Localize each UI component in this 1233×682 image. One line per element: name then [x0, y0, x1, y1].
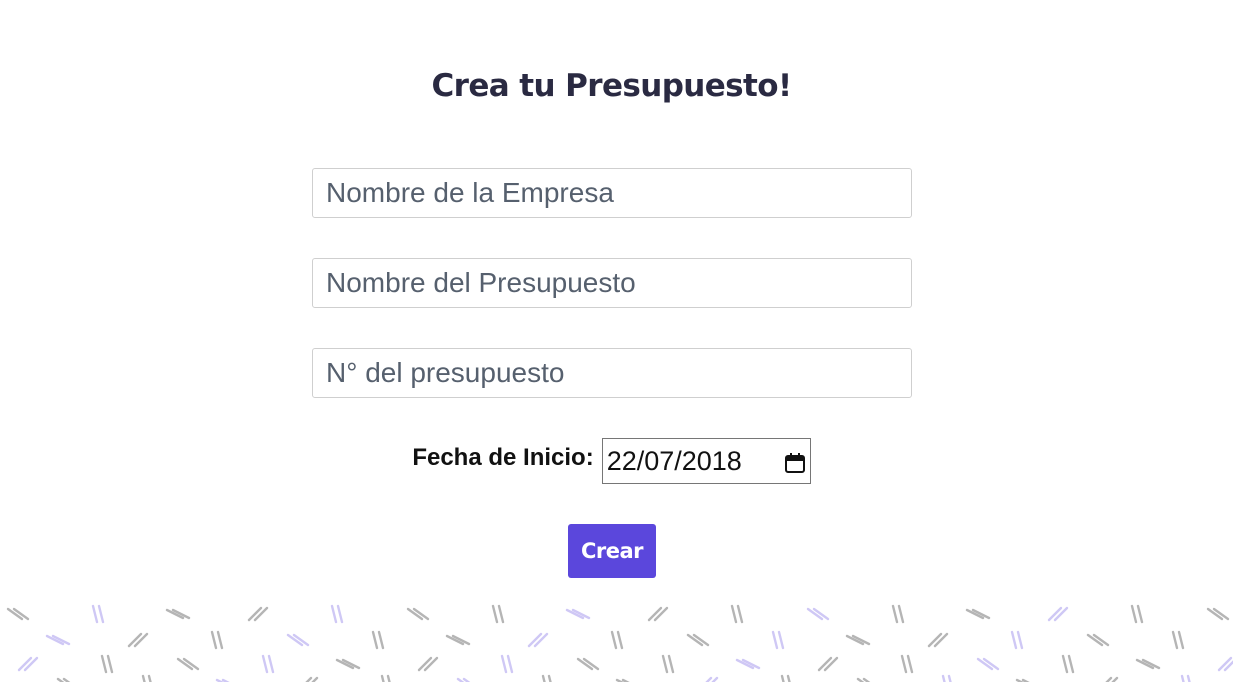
- pattern-dash: [1053, 606, 1069, 622]
- pattern-dash: [97, 604, 105, 624]
- pattern-dash: [817, 656, 833, 672]
- pattern-dash: [147, 674, 152, 682]
- pattern-dash: [497, 604, 505, 624]
- decorative-dash-pattern: [6, 604, 1233, 682]
- page-title: Crea tu Presupuesto!: [431, 68, 792, 104]
- pattern-dash: [100, 654, 108, 674]
- pattern-dash: [906, 654, 914, 674]
- pattern-dash: [941, 674, 946, 682]
- pattern-dash: [380, 674, 385, 682]
- pattern-dash: [736, 604, 744, 624]
- pattern-dash: [897, 604, 905, 624]
- pattern-dash: [927, 632, 943, 648]
- budget-number-input[interactable]: [312, 348, 912, 398]
- pattern-dash: [661, 654, 669, 674]
- pattern-dash: [900, 654, 908, 674]
- pattern-dash: [1061, 654, 1069, 674]
- pattern-dash: [91, 604, 99, 624]
- start-date-row: Fecha de Inicio: 22/07/2018: [0, 438, 1223, 484]
- pattern-dash: [786, 674, 791, 682]
- pattern-dash: [653, 606, 669, 622]
- pattern-dash: [947, 674, 952, 682]
- start-date-label: Fecha de Inicio:: [412, 444, 594, 471]
- pattern-dash: [106, 654, 114, 674]
- pattern-dash: [1105, 676, 1113, 682]
- pattern-dash: [527, 632, 543, 648]
- pattern-dash: [330, 604, 338, 624]
- pattern-dash: [1010, 630, 1018, 650]
- pattern-dash: [23, 656, 39, 672]
- pattern-dash: [730, 604, 738, 624]
- pattern-dash: [610, 630, 618, 650]
- pattern-dash: [127, 632, 143, 648]
- pattern-dash: [1047, 606, 1063, 622]
- company-name-input[interactable]: [312, 168, 912, 218]
- pattern-dash: [647, 606, 663, 622]
- pattern-dash: [377, 630, 385, 650]
- pattern-dash: [547, 674, 552, 682]
- pattern-dash: [261, 654, 269, 674]
- pattern-dash: [1130, 604, 1138, 624]
- pattern-dash: [1016, 630, 1024, 650]
- pattern-dash: [506, 654, 514, 674]
- pattern-dash: [267, 654, 275, 674]
- pattern-dash: [1186, 674, 1191, 682]
- start-date-input[interactable]: 22/07/2018: [601, 438, 811, 484]
- pattern-dash: [777, 630, 785, 650]
- pattern-dash: [216, 630, 224, 650]
- pattern-dash: [780, 674, 785, 682]
- pattern-dash: [1217, 656, 1233, 672]
- pattern-dash: [616, 630, 624, 650]
- page: Crea tu Presupuesto! Fecha de Inicio: 22…: [0, 0, 1233, 682]
- pattern-dash: [423, 656, 439, 672]
- pattern-dash: [1180, 674, 1185, 682]
- create-button[interactable]: Crear: [568, 524, 656, 578]
- pattern-dash: [1171, 630, 1179, 650]
- pattern-dash: [133, 632, 149, 648]
- pattern-dash: [305, 676, 313, 682]
- pattern-dash: [253, 606, 269, 622]
- pattern-dash: [771, 630, 779, 650]
- calendar-icon[interactable]: [784, 450, 806, 473]
- start-date-value: 22/07/2018: [606, 445, 742, 476]
- pattern-dash: [210, 630, 218, 650]
- pattern-dash: [371, 630, 379, 650]
- pattern-dash: [491, 604, 499, 624]
- pattern-dash: [891, 604, 899, 624]
- pattern-dash: [500, 654, 508, 674]
- pattern-dash: [541, 674, 546, 682]
- pattern-dash: [667, 654, 675, 674]
- pattern-dash: [417, 656, 433, 672]
- pattern-dash: [533, 632, 549, 648]
- pattern-dash: [17, 656, 33, 672]
- pattern-dash: [1136, 604, 1144, 624]
- pattern-dash: [1177, 630, 1185, 650]
- pattern-dash: [823, 656, 839, 672]
- pattern-dash: [933, 632, 949, 648]
- pattern-dash: [386, 674, 391, 682]
- pattern-dash: [705, 676, 713, 682]
- pattern-dash: [336, 604, 344, 624]
- pattern-dash: [1067, 654, 1075, 674]
- budget-name-input[interactable]: [312, 258, 912, 308]
- pattern-dash: [141, 674, 146, 682]
- pattern-dash: [247, 606, 263, 622]
